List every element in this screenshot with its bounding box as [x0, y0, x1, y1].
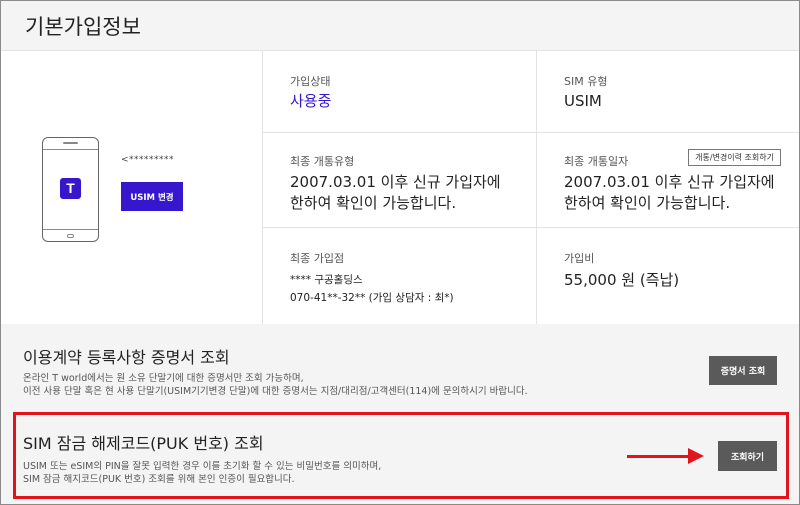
open-history-button[interactable]: 개통/변경이력 조회하기 — [688, 149, 781, 166]
certificate-desc-line2: 이전 사용 단말 혹은 현 사용 단말기(USIM기기변경 단말)에 대한 증명… — [23, 386, 528, 397]
last-open-date-value-line1: 2007.03.01 이후 신규 가입자에 — [564, 173, 775, 191]
store-phone: 070-41**-32** (가입 상담자 : 최*) — [290, 292, 454, 304]
phone-illustration-icon: T — [42, 137, 99, 242]
last-open-type-value-line1: 2007.03.01 이후 신규 가입자에 — [290, 173, 501, 191]
last-open-type-value-line2: 한하여 확인이 가능합니다. — [290, 194, 457, 212]
status-cell: 가입상태 사용중 — [263, 51, 537, 133]
last-open-date-label: 최종 개통일자 — [564, 155, 629, 168]
certificate-desc-line1: 온라인 T world에서는 원 소유 단말기에 대한 증명서만 조회 가능하며… — [23, 373, 304, 384]
page-header: 기본가입정보 — [1, 1, 799, 50]
device-area: T <********* USIM 변경 — [1, 51, 263, 325]
page-title: 기본가입정보 — [25, 15, 141, 39]
last-store-cell: 최종 가입점 **** 구공홀딩스 070-41**-32** (가입 상담자 … — [263, 228, 537, 325]
masked-phone-number: <********* — [121, 155, 175, 165]
sim-type-cell: SIM 유형 USIM — [537, 51, 799, 133]
sim-type-value: USIM — [564, 92, 602, 110]
last-store-label: 최종 가입점 — [290, 252, 345, 265]
phone-screen-top-line — [43, 149, 98, 150]
join-fee-label: 가입비 — [564, 252, 595, 265]
status-label: 가입상태 — [290, 75, 331, 88]
last-open-type-cell: 최종 개통유형 2007.03.01 이후 신규 가입자에 한하여 확인이 가능… — [263, 133, 537, 228]
subscription-info-card: T <********* USIM 변경 가입상태 사용중 SIM 유형 USI… — [1, 50, 799, 325]
certificate-lookup-button[interactable]: 증명서 조회 — [709, 356, 777, 385]
last-open-date-cell: 최종 개통일자 개통/변경이력 조회하기 2007.03.01 이후 신규 가입… — [537, 133, 799, 228]
certificate-section: 이용계약 등록사항 증명서 조회 온라인 T world에서는 원 소유 단말기… — [1, 324, 799, 410]
store-name: **** 구공홀딩스 — [290, 274, 363, 286]
arrow-shaft — [627, 455, 689, 458]
phone-home-button — [67, 234, 74, 238]
status-value: 사용중 — [290, 92, 332, 110]
certificate-title: 이용계약 등록사항 증명서 조회 — [23, 348, 230, 367]
usim-change-button[interactable]: USIM 변경 — [121, 182, 183, 211]
last-open-type-label: 최종 개통유형 — [290, 155, 355, 168]
last-open-date-value-line2: 한하여 확인이 가능합니다. — [564, 194, 731, 212]
phone-speaker — [63, 142, 78, 144]
join-fee-cell: 가입비 55,000 원 (즉납) — [537, 228, 799, 325]
sim-type-label: SIM 유형 — [564, 75, 608, 88]
arrow-right-icon — [688, 448, 704, 464]
phone-screen-bottom-line — [43, 229, 98, 230]
t-logo-icon: T — [60, 178, 81, 199]
join-fee-value: 55,000 원 (즉납) — [564, 271, 680, 289]
